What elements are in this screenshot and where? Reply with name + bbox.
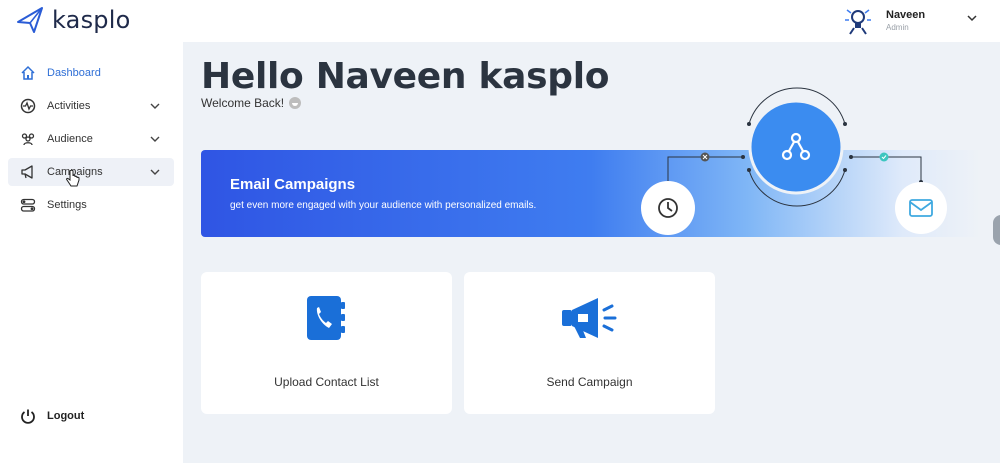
contact-book-icon bbox=[307, 296, 345, 340]
scroll-handle[interactable] bbox=[993, 215, 1000, 245]
workflow-illustration bbox=[641, 87, 947, 235]
sidebar-item-label: Dashboard bbox=[47, 67, 101, 79]
main-content: Hello Naveen kasplo Welcome Back! Email … bbox=[183, 42, 1000, 463]
activity-icon bbox=[20, 98, 36, 114]
bulb-person-icon bbox=[845, 9, 871, 35]
chevron-down-icon bbox=[150, 136, 160, 142]
sidebar-item-settings[interactable]: Settings bbox=[8, 191, 174, 219]
card-label: Send Campaign bbox=[546, 375, 633, 389]
sidebar-item-label: Activities bbox=[47, 100, 91, 112]
upload-contact-list-card[interactable]: Upload Contact List bbox=[201, 272, 452, 414]
chevron-down-icon bbox=[150, 103, 160, 109]
megaphone-icon bbox=[21, 165, 33, 179]
top-bar: kasplo Naveen Admin bbox=[0, 0, 1000, 42]
paper-plane-icon bbox=[17, 7, 43, 33]
chevron-down-icon bbox=[150, 169, 160, 175]
send-campaign-card[interactable]: Send Campaign bbox=[464, 272, 715, 414]
users-icon bbox=[21, 133, 35, 146]
logout-label: Logout bbox=[47, 410, 85, 422]
check-icon bbox=[879, 152, 889, 162]
user-role: Admin bbox=[886, 23, 909, 33]
user-name: Naveen bbox=[886, 9, 926, 22]
logout-button[interactable]: Logout bbox=[8, 403, 174, 431]
toggles-icon bbox=[20, 198, 36, 212]
brand-name: kasplo bbox=[52, 6, 131, 34]
brand-logo[interactable]: kasplo bbox=[16, 6, 130, 34]
sidebar-item-label: Settings bbox=[47, 199, 87, 211]
card-label: Upload Contact List bbox=[274, 375, 379, 389]
sidebar-item-activities[interactable]: Activities bbox=[8, 92, 174, 120]
sidebar-item-dashboard[interactable]: Dashboard bbox=[8, 59, 174, 87]
megaphone-icon bbox=[562, 298, 617, 338]
home-icon bbox=[21, 65, 35, 80]
sidebar-item-label: Audience bbox=[47, 133, 93, 145]
sidebar-item-audience[interactable]: Audience bbox=[8, 125, 174, 153]
power-icon bbox=[21, 409, 35, 424]
sidebar-item-campaigns[interactable]: Campaigns bbox=[8, 158, 174, 186]
user-menu[interactable]: Naveen Admin bbox=[843, 6, 925, 36]
hand-cursor-icon bbox=[66, 170, 80, 187]
close-icon bbox=[700, 152, 710, 162]
chevron-down-icon[interactable] bbox=[966, 12, 978, 24]
sidebar: Dashboard Activities Audience Campaigns bbox=[0, 42, 183, 463]
